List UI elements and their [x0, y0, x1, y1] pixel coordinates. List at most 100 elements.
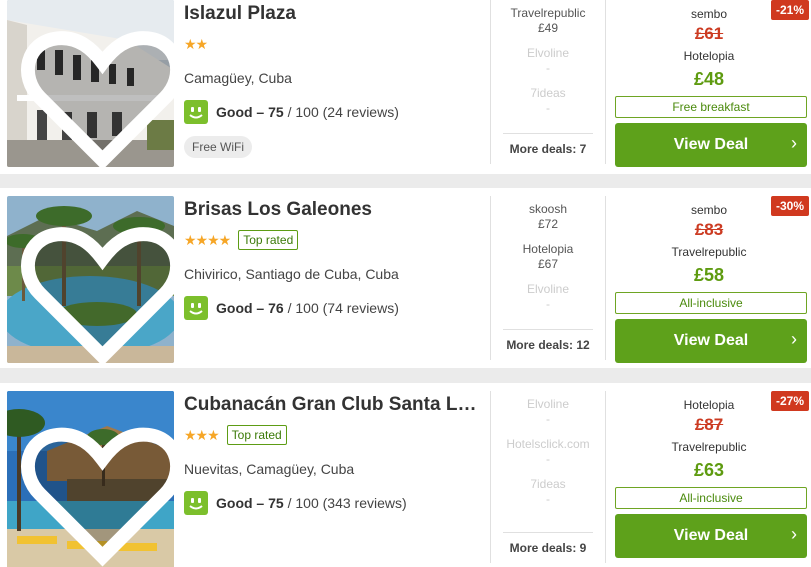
rating-score: 75 [268, 495, 284, 511]
best-provider: Travelrepublic [671, 440, 747, 454]
original-price: £83 [694, 220, 724, 239]
deal-price: £72 [537, 217, 559, 231]
deal-provider: Hotelsclick.com [506, 437, 590, 451]
heart-icon[interactable] [19, 405, 174, 567]
hotel-photo[interactable] [7, 391, 174, 567]
discount-badge: -21% [770, 0, 809, 20]
deal-price: - [546, 101, 550, 115]
stars-row: ★★★★ Top rated [184, 228, 484, 252]
rating-score: 76 [268, 300, 284, 316]
stars-row: ★★★ Top rated [184, 423, 484, 447]
deal-provider: Travelrepublic [510, 6, 586, 20]
best-price: £58 [693, 265, 725, 285]
hotel-location: Camagüey, Cuba [184, 70, 292, 86]
rating-row: Good – 75 / 100 (24 reviews) [184, 100, 484, 124]
best-price: £48 [693, 69, 725, 89]
rating-row: Good – 76 / 100 (74 reviews) [184, 296, 484, 320]
hotel-info: Brisas Los Galeones ★★★★ Top rated Chivi… [184, 198, 484, 320]
deal-provider: 7ideas [530, 477, 566, 491]
deal-price: - [546, 452, 550, 466]
best-deal: -30% sembo £83 Travelrepublic £58 All-in… [607, 196, 811, 363]
more-deals-link[interactable]: More deals: 7 [503, 133, 593, 156]
hotel-results-list: Islazul Plaza ★★ Camagüey, Cuba Good – 7… [0, 0, 811, 567]
deal-item: Elvoline - [491, 276, 605, 316]
deal-provider: Elvoline [526, 46, 570, 60]
deal-item: Hotelsclick.com - [491, 431, 605, 471]
rating-text: Good – 76 / 100 (74 reviews) [216, 300, 399, 316]
hotel-info: Cubanacán Gran Club Santa Lucía ★★★ Top … [184, 393, 484, 515]
rating-out-of: / 100 [287, 104, 319, 120]
rating-out-of: / 100 [287, 300, 319, 316]
hotel-photo[interactable] [7, 196, 174, 363]
more-deals-link[interactable]: More deals: 12 [503, 329, 593, 352]
other-deals: Travelrepublic £49 Elvoline - 7ideas - M… [490, 0, 606, 164]
deal-provider: Hotelopia [522, 242, 574, 256]
rating-row: Good – 75 / 100 (343 reviews) [184, 491, 484, 515]
deal-provider: skoosh [528, 202, 568, 216]
review-count[interactable]: (74 reviews) [323, 300, 399, 316]
discount-badge: -30% [770, 196, 809, 216]
view-deal-button[interactable]: View Deal › [615, 123, 807, 167]
deal-price: - [546, 412, 550, 426]
other-deals: Elvoline - Hotelsclick.com - 7ideas - Mo… [490, 391, 606, 563]
rating-score: 75 [268, 104, 284, 120]
rating-word: Good [216, 104, 253, 120]
deal-item: 7ideas - [491, 80, 605, 120]
deal-item[interactable]: skoosh £72 [491, 196, 605, 236]
chevron-right-icon: › [791, 329, 797, 349]
top-rated-badge: Top rated [238, 230, 299, 250]
deal-price: - [546, 297, 550, 311]
chevron-right-icon: › [791, 133, 797, 153]
deal-provider: Elvoline [526, 282, 570, 296]
chevron-right-icon: › [791, 524, 797, 544]
perk-badge: Free breakfast [615, 96, 807, 118]
best-price: £63 [693, 460, 725, 480]
rating-word: Good [216, 300, 253, 316]
top-rated-badge: Top rated [226, 425, 287, 445]
hotel-name[interactable]: Islazul Plaza [184, 2, 484, 26]
hotel-card: Brisas Los Galeones ★★★★ Top rated Chivi… [0, 188, 811, 368]
rating-word: Good [216, 495, 253, 511]
deal-item[interactable]: Hotelopia £67 [491, 236, 605, 276]
hotel-name[interactable]: Brisas Los Galeones [184, 198, 484, 222]
deal-item: 7ideas - [491, 471, 605, 511]
stars-row: ★★ [184, 32, 484, 56]
view-deal-label: View Deal [673, 527, 749, 544]
hotel-card: Cubanacán Gran Club Santa Lucía ★★★ Top … [0, 383, 811, 567]
original-price: £87 [694, 415, 724, 434]
best-deal: -27% Hotelopia £87 Travelrepublic £63 Al… [607, 391, 811, 558]
deal-price: - [546, 61, 550, 75]
deal-item[interactable]: Travelrepublic £49 [491, 0, 605, 40]
view-deal-button[interactable]: View Deal › [615, 319, 807, 363]
more-deals-link[interactable]: More deals: 9 [503, 532, 593, 555]
discount-badge: -27% [770, 391, 809, 411]
hotel-card: Islazul Plaza ★★ Camagüey, Cuba Good – 7… [0, 0, 811, 174]
review-count[interactable]: (24 reviews) [323, 104, 399, 120]
hotel-info: Islazul Plaza ★★ Camagüey, Cuba Good – 7… [184, 2, 484, 158]
deal-item: Elvoline - [491, 40, 605, 80]
hotel-photo[interactable] [7, 0, 174, 167]
best-provider: Travelrepublic [671, 245, 747, 259]
perk-badge: All-inclusive [615, 292, 807, 314]
original-price: £61 [694, 24, 724, 43]
review-count[interactable]: (343 reviews) [323, 495, 407, 511]
best-provider: Hotelopia [683, 49, 735, 63]
hotel-location: Nuevitas, Camagüey, Cuba [184, 461, 355, 477]
hotel-name[interactable]: Cubanacán Gran Club Santa Lucía [184, 393, 484, 417]
hotel-location: Chivirico, Santiago de Cuba, Cuba [184, 266, 399, 282]
deal-item: Elvoline - [491, 391, 605, 431]
star-rating: ★★★ [184, 426, 220, 443]
deal-price: £67 [537, 257, 559, 271]
view-deal-button[interactable]: View Deal › [615, 514, 807, 558]
deal-price: - [546, 492, 550, 506]
heart-icon[interactable] [19, 14, 174, 167]
star-rating: ★★★★ [184, 231, 231, 248]
other-deals: skoosh £72 Hotelopia £67 Elvoline - More… [490, 196, 606, 360]
smiley-icon [184, 100, 208, 124]
view-deal-label: View Deal [673, 136, 749, 153]
heart-icon[interactable] [19, 210, 174, 363]
view-deal-label: View Deal [673, 332, 749, 349]
amenity-badge: Free WiFi [184, 136, 252, 158]
deal-provider: 7ideas [530, 86, 566, 100]
smiley-icon [184, 296, 208, 320]
